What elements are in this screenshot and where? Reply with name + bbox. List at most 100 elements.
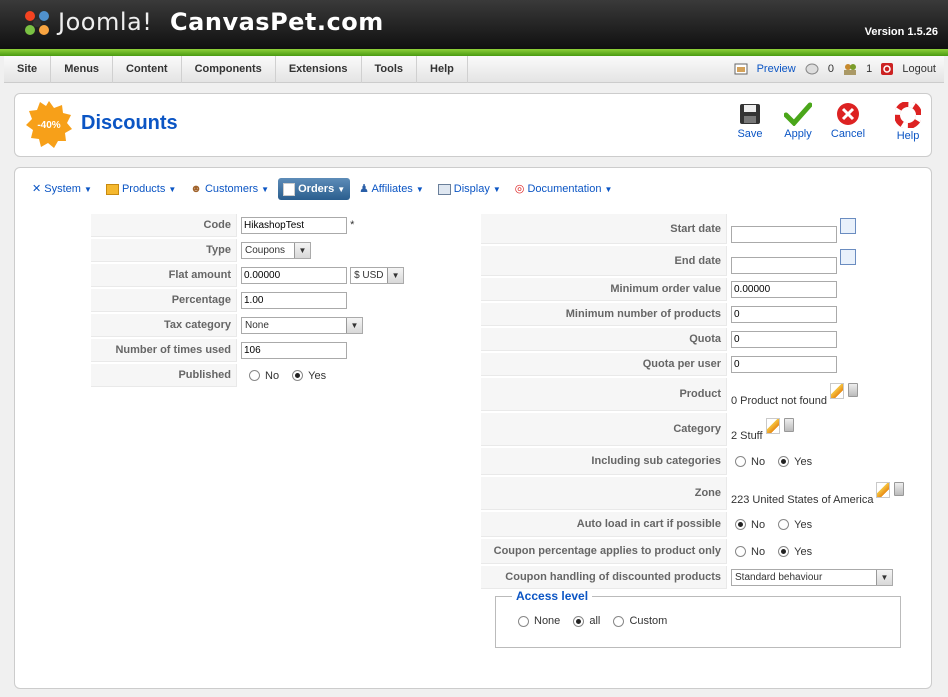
start-date-label: Start date bbox=[481, 214, 727, 244]
percentage-input[interactable] bbox=[241, 292, 347, 309]
percentage-applies-no-radio[interactable] bbox=[735, 546, 746, 558]
auto-load-no-radio[interactable] bbox=[735, 519, 746, 531]
logout-link[interactable]: Logout bbox=[881, 63, 936, 76]
trash-icon[interactable] bbox=[894, 481, 905, 496]
submenu-documentation[interactable]: ◎ Documentation ▼ bbox=[510, 178, 618, 200]
edit-icon[interactable] bbox=[876, 481, 891, 498]
sub-categories-cell: No Yes bbox=[727, 448, 911, 475]
published-cell: No Yes bbox=[237, 364, 431, 387]
row-type: Type Coupons ▼ bbox=[91, 239, 431, 262]
access-none-radio[interactable] bbox=[518, 615, 529, 627]
menu-content[interactable]: Content bbox=[113, 56, 182, 83]
quota-per-user-input[interactable] bbox=[731, 356, 837, 373]
submenu-orders[interactable]: Orders ▼ bbox=[278, 178, 351, 200]
submenu-system[interactable]: ✕ System ▼ bbox=[27, 178, 97, 200]
preview-link[interactable]: Preview bbox=[734, 63, 796, 75]
cancel-button[interactable]: Cancel bbox=[823, 102, 873, 140]
code-input[interactable] bbox=[241, 217, 347, 234]
sub-categories-yes-radio[interactable] bbox=[778, 456, 790, 468]
display-icon bbox=[437, 183, 451, 195]
preview-label: Preview bbox=[756, 63, 796, 75]
currency-select[interactable]: $ USD ▼ bbox=[350, 266, 405, 284]
auto-load-yes-label: Yes bbox=[794, 518, 813, 531]
submenu-affiliates[interactable]: ♟ Affiliates ▼ bbox=[354, 178, 429, 200]
box-icon bbox=[105, 183, 119, 195]
trash-icon[interactable] bbox=[783, 417, 794, 432]
access-level-legend: Access level bbox=[512, 589, 593, 603]
submenu-products[interactable]: Products ▼ bbox=[101, 178, 181, 200]
logout-label: Logout bbox=[902, 63, 936, 75]
published-no-radio[interactable] bbox=[249, 370, 260, 382]
menu-menus[interactable]: Menus bbox=[51, 56, 114, 83]
trash-icon[interactable] bbox=[848, 382, 859, 397]
submenu-customers[interactable]: ☻ Customers ▼ bbox=[185, 178, 274, 200]
discount-handling-select[interactable]: Standard behaviour ▼ bbox=[731, 569, 893, 586]
save-button[interactable]: Save bbox=[725, 102, 775, 140]
tax-category-label: Tax category bbox=[91, 314, 237, 337]
min-order-input[interactable] bbox=[731, 281, 837, 298]
chevron-down-icon: ▼ bbox=[261, 185, 270, 194]
end-date-input[interactable] bbox=[731, 256, 837, 274]
published-yes-radio[interactable] bbox=[292, 370, 304, 382]
type-select[interactable]: Coupons ▼ bbox=[241, 242, 311, 259]
access-custom-radio[interactable] bbox=[613, 615, 625, 627]
auto-load-yes-radio[interactable] bbox=[778, 519, 790, 531]
menu-tools[interactable]: Tools bbox=[362, 56, 418, 83]
apply-label: Apply bbox=[784, 128, 812, 140]
end-date-label: End date bbox=[481, 246, 727, 276]
type-value: Coupons bbox=[245, 245, 286, 256]
flat-amount-input[interactable] bbox=[241, 267, 347, 285]
min-products-label: Minimum number of products bbox=[481, 303, 727, 326]
access-level-options: None all Custom bbox=[518, 615, 677, 627]
access-all-radio[interactable] bbox=[573, 615, 585, 627]
percentage-label: Percentage bbox=[91, 289, 237, 312]
discount-form-left: Code * Type Coupons▼ Flat amount $ USD▼ … bbox=[91, 212, 431, 389]
row-min-order: Minimum order value bbox=[481, 278, 911, 301]
help-button[interactable]: Help bbox=[883, 102, 933, 142]
version-label: Version 1.5.26 bbox=[864, 26, 938, 38]
chevron-down-icon: ▼ bbox=[346, 318, 362, 333]
menu-site[interactable]: Site bbox=[4, 56, 52, 83]
sub-categories-no-radio[interactable] bbox=[735, 456, 746, 468]
quota-label: Quota bbox=[481, 328, 727, 351]
menu-help[interactable]: Help bbox=[417, 56, 468, 83]
users-icon: ☻ bbox=[190, 183, 202, 195]
calendar-icon[interactable] bbox=[840, 248, 857, 265]
submenu-display[interactable]: Display ▼ bbox=[433, 178, 506, 200]
check-icon bbox=[784, 102, 812, 126]
menu-components[interactable]: Components bbox=[182, 56, 276, 83]
sub-categories-yes-label: Yes bbox=[794, 455, 813, 468]
submenu-customers-label: Customers bbox=[204, 183, 259, 195]
calendar-icon[interactable] bbox=[840, 217, 857, 234]
edit-icon[interactable] bbox=[830, 382, 845, 399]
auto-load-label: Auto load in cart if possible bbox=[481, 512, 727, 537]
quota-input[interactable] bbox=[731, 331, 837, 348]
category-cell: 2 Stuff bbox=[727, 413, 911, 446]
chevron-down-icon: ▼ bbox=[415, 185, 424, 194]
preview-icon bbox=[734, 63, 748, 75]
edit-icon[interactable] bbox=[765, 417, 780, 434]
messages-value: 0 bbox=[827, 63, 834, 75]
discount-badge-icon: -40% bbox=[26, 101, 72, 148]
access-level-fieldset: Access level None all Custom bbox=[495, 589, 901, 648]
tax-category-select[interactable]: None ▼ bbox=[241, 317, 363, 334]
menu-extensions[interactable]: Extensions bbox=[276, 56, 362, 83]
apply-button[interactable]: Apply bbox=[773, 102, 823, 140]
start-date-input[interactable] bbox=[731, 225, 837, 243]
messages-count[interactable]: 0 bbox=[805, 63, 834, 75]
published-no-label: No bbox=[265, 369, 280, 382]
row-code: Code * bbox=[91, 214, 431, 237]
row-published: Published No Yes bbox=[91, 364, 431, 387]
quota-per-user-label: Quota per user bbox=[481, 353, 727, 376]
min-products-input[interactable] bbox=[731, 306, 837, 323]
times-used-label: Number of times used bbox=[91, 339, 237, 362]
users-count[interactable]: 1 bbox=[843, 63, 872, 76]
times-used-input[interactable] bbox=[241, 342, 347, 359]
logout-icon bbox=[881, 63, 894, 76]
percentage-applies-yes-radio[interactable] bbox=[778, 546, 790, 558]
min-products-cell bbox=[727, 303, 911, 326]
admin-header: Joomla! CanvasPet.com Version 1.5.26 bbox=[0, 0, 948, 56]
tools-icon: ✕ bbox=[32, 183, 42, 195]
lifebuoy-icon: ◎ bbox=[514, 183, 525, 195]
submenu-affiliates-label: Affiliates bbox=[371, 183, 413, 195]
